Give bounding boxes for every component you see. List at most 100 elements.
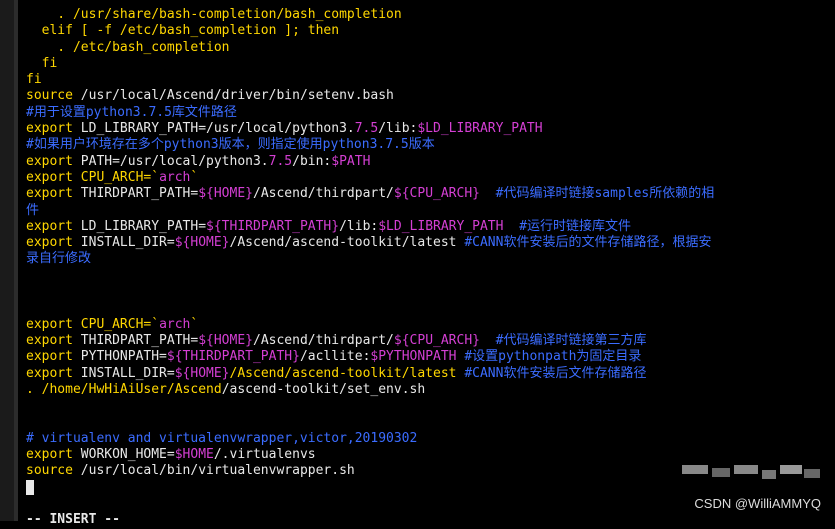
terminal-text-span: export: [26, 447, 73, 463]
terminal-text-span: #运行时链接库文件: [503, 218, 631, 234]
terminal-line: export INSTALL_DIR=${HOME}/Ascend/ascend…: [26, 366, 835, 382]
terminal-text-span: #CANN软件安装后文件存储路径: [464, 365, 647, 381]
terminal-text-span: export: [26, 316, 73, 332]
pixelated-watermark: [682, 463, 822, 481]
terminal-text-span: 7.5: [354, 121, 379, 137]
terminal-text-span: THIRDPART_PATH=: [72, 332, 199, 348]
terminal-line: # virtualenv and virtualenvwrapper,victo…: [26, 431, 835, 447]
terminal-text-span: #设置pythonpath为固定目录: [456, 349, 642, 365]
terminal-text-span: ${HOME}: [198, 186, 253, 202]
terminal-line: export THIRDPART_PATH=${HOME}/Ascend/thi…: [26, 186, 835, 202]
terminal-text-span: export: [26, 169, 73, 185]
terminal-text-span: ${HOME}: [198, 332, 253, 348]
terminal-text-span: /lib:: [339, 218, 379, 234]
terminal-text-span: /bin:: [292, 153, 332, 169]
terminal-text-span: . /etc/bash_completion: [26, 39, 230, 55]
terminal-text-span: arch: [159, 316, 191, 332]
terminal-text-span: 件: [26, 202, 40, 218]
terminal-line: export CPU_ARCH=`arch`: [26, 170, 835, 186]
terminal-text-span: fi: [26, 72, 42, 88]
terminal-line: #如果用户环境存在多个python3版本，则指定使用python3.7.5版本: [26, 137, 835, 153]
terminal-text-span: . /home/HwHiAiUser/: [26, 381, 175, 397]
terminal-text-span: fi: [26, 55, 58, 71]
terminal-text-span: LD_LIBRARY_PATH=: [72, 218, 207, 234]
terminal-line: export INSTALL_DIR=${HOME}/Ascend/ascend…: [26, 235, 835, 251]
terminal-text-span: source: [26, 463, 73, 479]
terminal-line: #用于设置python3.7.5库文件路径: [26, 105, 835, 121]
terminal-text-span: $PYTHONPATH: [370, 349, 457, 365]
terminal-line: export LD_LIBRARY_PATH=/usr/local/python…: [26, 121, 835, 137]
terminal-line: export WORKON_HOME=$HOME/.virtualenvs: [26, 447, 835, 463]
terminal-text-span: `: [190, 316, 199, 332]
terminal-text-span: /Ascend/thirdpart/: [253, 186, 394, 202]
terminal-line: . /home/HwHiAiUser/Ascend/ascend-toolkit…: [26, 382, 835, 398]
terminal-line: [26, 479, 835, 496]
terminal-text-span: export: [26, 186, 73, 202]
terminal-line: source /usr/local/Ascend/driver/bin/sete…: [26, 88, 835, 104]
terminal-text-span: /lib:: [378, 121, 418, 137]
terminal-text-span: ${THIRDPART_PATH}: [206, 218, 340, 234]
csdn-watermark: CSDN @WilliAMMYQ: [694, 496, 821, 511]
terminal-text-span: ${HOME}: [174, 365, 230, 381]
terminal-text-span: export: [26, 365, 73, 381]
terminal-text-span: ${THIRDPART_PATH}: [166, 349, 300, 365]
terminal-text-span: #用于设置python3.7.5库文件路径: [26, 104, 237, 120]
terminal-text-span: export: [26, 218, 73, 234]
terminal-text-span: PATH=/usr/local/python3.: [72, 153, 269, 169]
terminal-text-span: ${CPU_ARCH}: [393, 332, 480, 348]
vim-editor-buffer[interactable]: . /usr/share/bash-completion/bash_comple…: [26, 7, 835, 529]
terminal-line: 录自行修改: [26, 251, 835, 267]
terminal-text-span: /acllite:: [299, 349, 371, 365]
terminal-line: fi: [26, 72, 835, 88]
terminal-line: export LD_LIBRARY_PATH=${THIRDPART_PATH}…: [26, 219, 835, 235]
terminal-line: export PATH=/usr/local/python3.7.5/bin:$…: [26, 154, 835, 170]
terminal-text-span: -- INSERT --: [26, 512, 120, 528]
terminal-text-span: $HOME: [174, 447, 214, 463]
terminal-text-span: export: [26, 153, 73, 169]
terminal-text-span: #代码编译时链接samples所依赖的相: [479, 186, 715, 202]
terminal-text-span: /Ascend/thirdpart/: [253, 332, 394, 348]
terminal-text-span: /Ascend/ascend-toolkit/latest: [229, 235, 465, 251]
terminal-text-span: arch: [159, 169, 191, 185]
window-left-border: [0, 0, 18, 521]
terminal-text-span: export: [26, 332, 73, 348]
terminal-text-span: export: [26, 121, 73, 137]
text-cursor: [26, 479, 34, 495]
terminal-line: export THIRDPART_PATH=${HOME}/Ascend/thi…: [26, 333, 835, 349]
terminal-text-span: # virtualenv and virtualenvwrapper,victo…: [26, 430, 418, 446]
terminal-text-span: CPU_ARCH=`: [72, 316, 160, 332]
border-rail: [14, 0, 18, 521]
terminal-text-span: #如果用户环境存在多个python3版本，则指定使用python3.7.5版本: [26, 137, 435, 153]
terminal-text-span: then: [307, 23, 340, 39]
terminal-text-span: export: [26, 349, 73, 365]
terminal-text-span: INSTALL_DIR=: [72, 365, 175, 381]
terminal-line: elif [ -f /etc/bash_completion ]; then: [26, 23, 835, 39]
terminal-text-span: /usr/local/bin/virtualenvwrapper.sh: [72, 463, 355, 479]
terminal-text-span: THIRDPART_PATH=: [72, 186, 199, 202]
terminal-text-span: INSTALL_DIR=: [72, 235, 175, 251]
terminal-window[interactable]: . /usr/share/bash-completion/bash_comple…: [0, 0, 835, 527]
terminal-line: . /etc/bash_completion: [26, 40, 835, 56]
terminal-text-span: `: [190, 169, 199, 185]
terminal-text-span: source: [26, 88, 73, 104]
terminal-text-span: /usr/local/Ascend/driver/bin/setenv.bash: [72, 88, 394, 104]
terminal-line: fi: [26, 56, 835, 72]
terminal-line: 件: [26, 203, 835, 219]
terminal-text-span: #代码编译时链接第三方库: [479, 332, 647, 348]
terminal-text-span: $LD_LIBRARY_PATH: [378, 218, 504, 234]
terminal-line: -- INSERT --: [26, 512, 835, 528]
terminal-text-span: export: [26, 235, 73, 251]
terminal-text-span: #CANN软件安装后的文件存储路径，根据安: [464, 235, 712, 251]
terminal-text-span: CPU_ARCH=`: [72, 169, 160, 185]
terminal-text-span: ${HOME}: [174, 235, 230, 251]
terminal-text-span: $PATH: [331, 153, 371, 169]
terminal-text-span: PYTHONPATH=: [72, 349, 167, 365]
terminal-text-span: /.virtualenvs: [213, 447, 316, 463]
terminal-text-span: WORKON_HOME=: [72, 447, 175, 463]
terminal-text-span: 7.5: [268, 153, 293, 169]
terminal-text-span: /ascend-toolkit/set_env.sh: [221, 381, 426, 397]
terminal-text-span: $LD_LIBRARY_PATH: [417, 121, 543, 137]
